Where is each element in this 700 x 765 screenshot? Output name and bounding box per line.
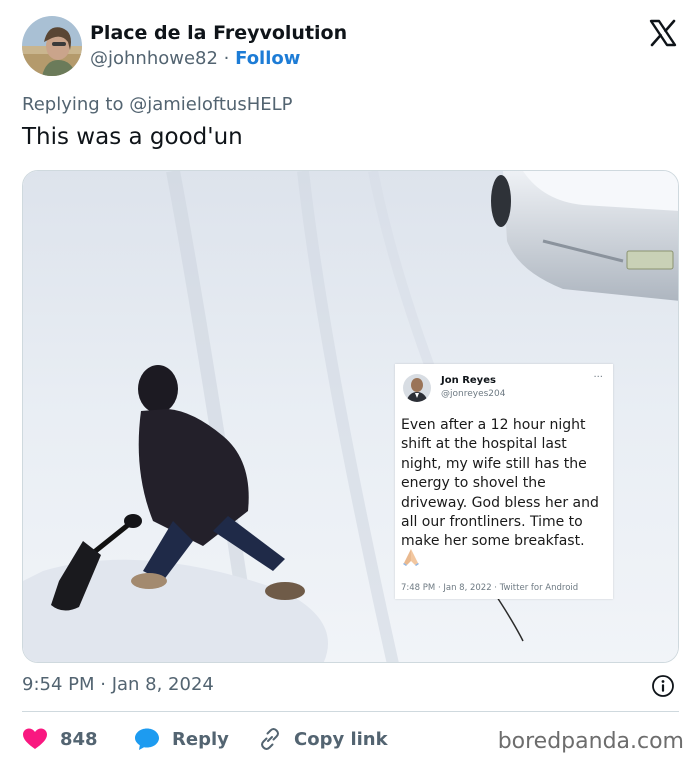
author-handle[interactable]: @johnhowe82 [90,48,218,69]
author-handle-row: @johnhowe82 · Follow [90,48,300,69]
like-button[interactable]: 848 [22,724,98,754]
replying-prefix: Replying to [22,94,130,115]
link-icon [261,728,279,750]
copy-link-label: Copy link [294,728,388,750]
quoted-text-line: energy to shovel the [401,475,546,492]
author-name[interactable]: Place de la Freyvolution [90,22,347,44]
folded-hands-icon [401,547,421,567]
handle-separator: · [217,48,236,69]
quoted-tweet-meta: 7:48 PM · Jan 8, 2022 · Twitter for Andr… [401,583,579,593]
watermark: boredpanda.com [497,729,684,754]
quoted-text-line: all our frontliners. Time to [401,514,583,531]
reply-button[interactable]: Reply [134,724,229,754]
copy-link-button[interactable]: Copy link [258,724,388,754]
replying-to: Replying to @jamieloftusHELP [22,94,293,115]
x-logo-icon[interactable] [648,18,678,48]
tweet-header: Place de la Freyvolution @johnhowe82 · F… [22,16,682,80]
reply-label: Reply [172,728,229,750]
quoted-tweet-card: Jon Reyes @jonreyes204 ··· Even after a … [395,364,613,599]
quoted-author-name: Jon Reyes [441,375,496,386]
quoted-author-handle: @jonreyes204 [441,389,506,399]
info-icon[interactable] [651,674,675,698]
quoted-text-line: driveway. God bless her and [401,494,599,511]
quoted-text-line: make her some breakfast. [401,533,585,550]
divider [22,711,679,712]
heart-icon [23,728,47,749]
reply-bubble-icon [135,728,159,750]
like-count: 848 [60,728,98,750]
reply-mention-link[interactable]: @jamieloftusHELP [129,94,292,115]
tweet-media[interactable]: Jon Reyes @jonreyes204 ··· Even after a … [22,170,679,663]
quoted-text-line: night, my wife still has the [401,455,587,472]
follow-button[interactable]: Follow [235,48,300,69]
quoted-text-line: shift at the hospital last [401,436,567,453]
tweet-timestamp[interactable]: 9:54 PM · Jan 8, 2024 [22,674,214,695]
tweet-text: This was a good'un [22,124,243,150]
quoted-more-icon: ··· [593,372,603,383]
quoted-author-avatar [403,374,431,402]
quoted-tweet-text: Even after a 12 hour night shift at the … [401,416,607,552]
author-avatar[interactable] [22,16,82,76]
quoted-text-line: Even after a 12 hour night [401,417,586,433]
